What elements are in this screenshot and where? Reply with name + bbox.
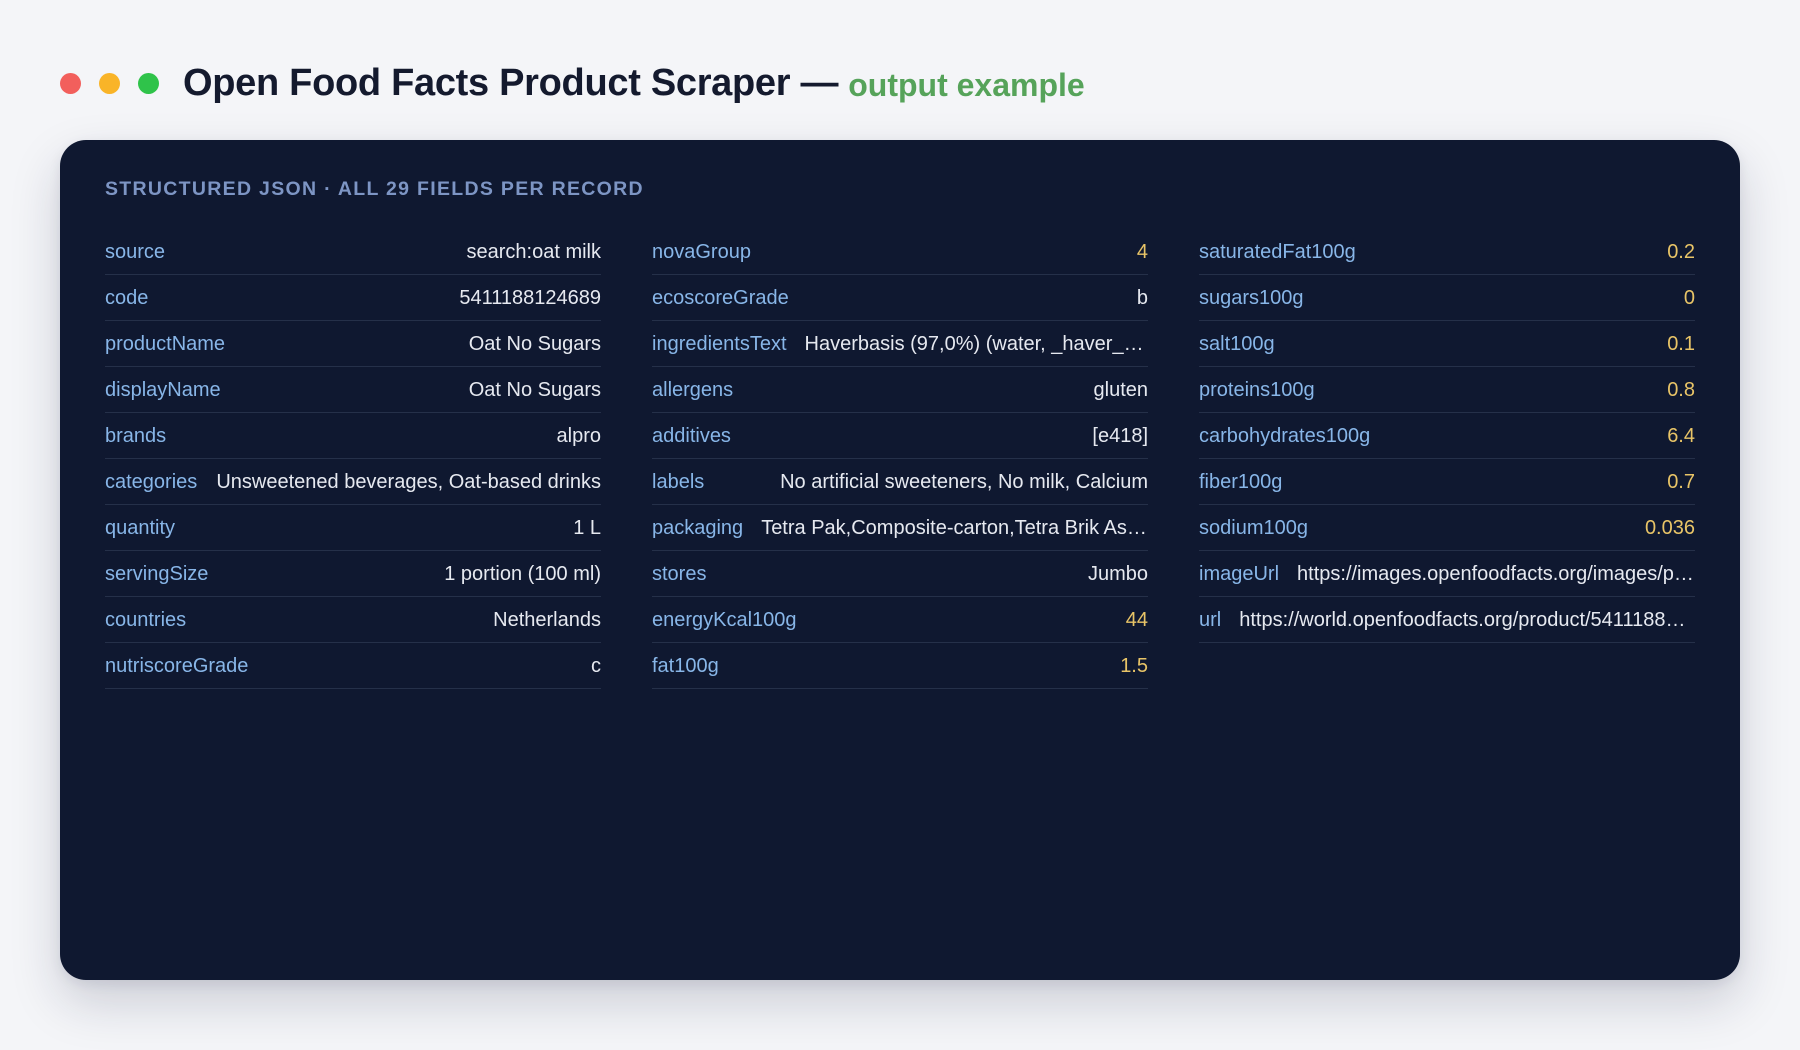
field-key: categories [105,470,198,493]
field-value: Oat No Sugars [468,332,601,355]
field-row: allergens gluten [652,368,1148,413]
field-value: Unsweetened beverages, Oat-based drinks [216,470,601,493]
field-key: saturatedFat100g [1199,240,1356,263]
field-row: url https://world.openfoodfacts.org/produ… [1199,598,1695,643]
field-value: 0.1 [1667,332,1695,355]
field-key: imageUrl [1199,562,1280,585]
field-row: source search:oat milk [105,230,601,275]
maximize-dot-icon [138,72,159,94]
field-row: code 5411188124689 [105,276,601,321]
field-row: fiber100g 0.7 [1199,460,1695,505]
field-value: alpro [556,424,601,447]
field-key: ecoscoreGrade [652,286,789,309]
field-value: 6.4 [1667,424,1695,447]
field-key: url [1199,608,1222,631]
field-column-1: source search:oat milk code 5411188124689 pr… [105,230,601,690]
json-output-panel: STRUCTURED JSON · ALL 29 FIELDS PER RECO… [60,140,1740,980]
field-value: 5411188124689 [459,286,601,309]
field-key: carbohydrates100g [1199,424,1371,447]
page-subtitle: output example [848,66,1085,103]
field-key: ingredientsText [652,332,787,355]
field-key: allergens [652,378,734,401]
field-value: Netherlands [493,608,601,631]
field-value: 4 [1136,240,1148,263]
field-key: novaGroup [652,240,751,263]
field-row: productName Oat No Sugars [105,322,601,367]
field-value: https://images.openfoodfacts.org/images/… [1297,562,1695,585]
field-key: fiber100g [1199,470,1283,493]
field-value: 0.036 [1644,516,1695,539]
field-row: saturatedFat100g 0.2 [1199,230,1695,275]
field-row: labels No artificial sweeteners, No milk,… [652,460,1148,505]
field-row: sodium100g 0.036 [1199,506,1695,551]
field-row: ingredientsText Haverbasis (97,0%) (water… [652,322,1148,367]
field-row: servingSize 1 portion (100 ml) [105,552,601,597]
field-value: Oat No Sugars [468,378,601,401]
field-row: salt100g 0.1 [1199,322,1695,367]
section-label: STRUCTURED JSON · ALL 29 FIELDS PER RECO… [105,178,644,200]
field-row: quantity 1 L [105,506,601,551]
field-row: nutriscoreGrade c [105,644,601,689]
page-title: Open Food Facts Product Scraper — [183,61,839,104]
window-header: Open Food Facts Product Scraper — output… [60,58,1085,108]
field-row: additives [e418] [652,414,1148,459]
field-key: labels [652,470,705,493]
field-value: No artificial sweeteners, No milk, Calci… [780,470,1148,493]
field-row: brands alpro [105,414,601,459]
field-key: countries [105,608,187,631]
field-column-3: saturatedFat100g 0.2 sugars100g 0 salt100g 0.… [1199,230,1695,690]
field-value: 0 [1683,286,1695,309]
field-row: novaGroup 4 [652,230,1148,275]
field-value: c [591,654,601,677]
field-row: packaging Tetra Pak,Composite-carton,Tetr… [652,506,1148,551]
field-value: 44 [1125,608,1148,631]
field-key: brands [105,424,167,447]
field-value: Haverbasis (97,0%) (water, _haver_ (9,8%… [804,332,1148,355]
field-key: nutriscoreGrade [105,654,249,677]
field-value: Jumbo [1087,562,1148,585]
field-row: categories Unsweetened beverages, Oat-bas… [105,460,601,505]
field-key: salt100g [1199,332,1275,355]
field-key: proteins100g [1199,378,1315,401]
field-key: energyKcal100g [652,608,797,631]
field-column-2: novaGroup 4 ecoscoreGrade b ingredientsText H… [652,230,1148,690]
close-dot-icon [60,72,81,94]
field-key: quantity [105,516,176,539]
field-row: proteins100g 0.8 [1199,368,1695,413]
field-row: ecoscoreGrade b [652,276,1148,321]
field-row: imageUrl https://images.openfoodfacts.org… [1199,552,1695,597]
field-key: productName [105,332,226,355]
field-value: 1 portion (100 ml) [444,562,601,585]
field-key: packaging [652,516,744,539]
field-key: servingSize [105,562,209,585]
minimize-dot-icon [99,72,120,94]
field-value: 0.8 [1667,378,1695,401]
field-key: code [105,286,149,309]
field-value: 1 L [573,516,601,539]
field-value: [e418] [1092,424,1148,447]
field-value: 0.7 [1667,470,1695,493]
field-key: displayName [105,378,221,401]
field-key: fat100g [652,654,719,677]
field-row: fat100g 1.5 [652,644,1148,689]
field-key: source [105,240,166,263]
field-row: sugars100g 0 [1199,276,1695,321]
field-value: 0.2 [1667,240,1695,263]
field-key: additives [652,424,731,447]
field-value: Tetra Pak,Composite-carton,Tetra Brik As… [761,516,1148,539]
field-row: energyKcal100g 44 [652,598,1148,643]
field-value: search:oat milk [466,240,602,263]
field-value: b [1136,286,1148,309]
field-value: 1.5 [1120,654,1148,677]
field-row: countries Netherlands [105,598,601,643]
field-key: sodium100g [1199,516,1308,539]
field-row: displayName Oat No Sugars [105,368,601,413]
field-value: https://world.openfoodfacts.org/product/… [1239,608,1695,631]
field-row: stores Jumbo [652,552,1148,597]
field-columns: source search:oat milk code 5411188124689 pr… [105,230,1695,690]
field-key: sugars100g [1199,286,1304,309]
field-row: carbohydrates100g 6.4 [1199,414,1695,459]
field-value: gluten [1093,378,1149,401]
field-key: stores [652,562,707,585]
